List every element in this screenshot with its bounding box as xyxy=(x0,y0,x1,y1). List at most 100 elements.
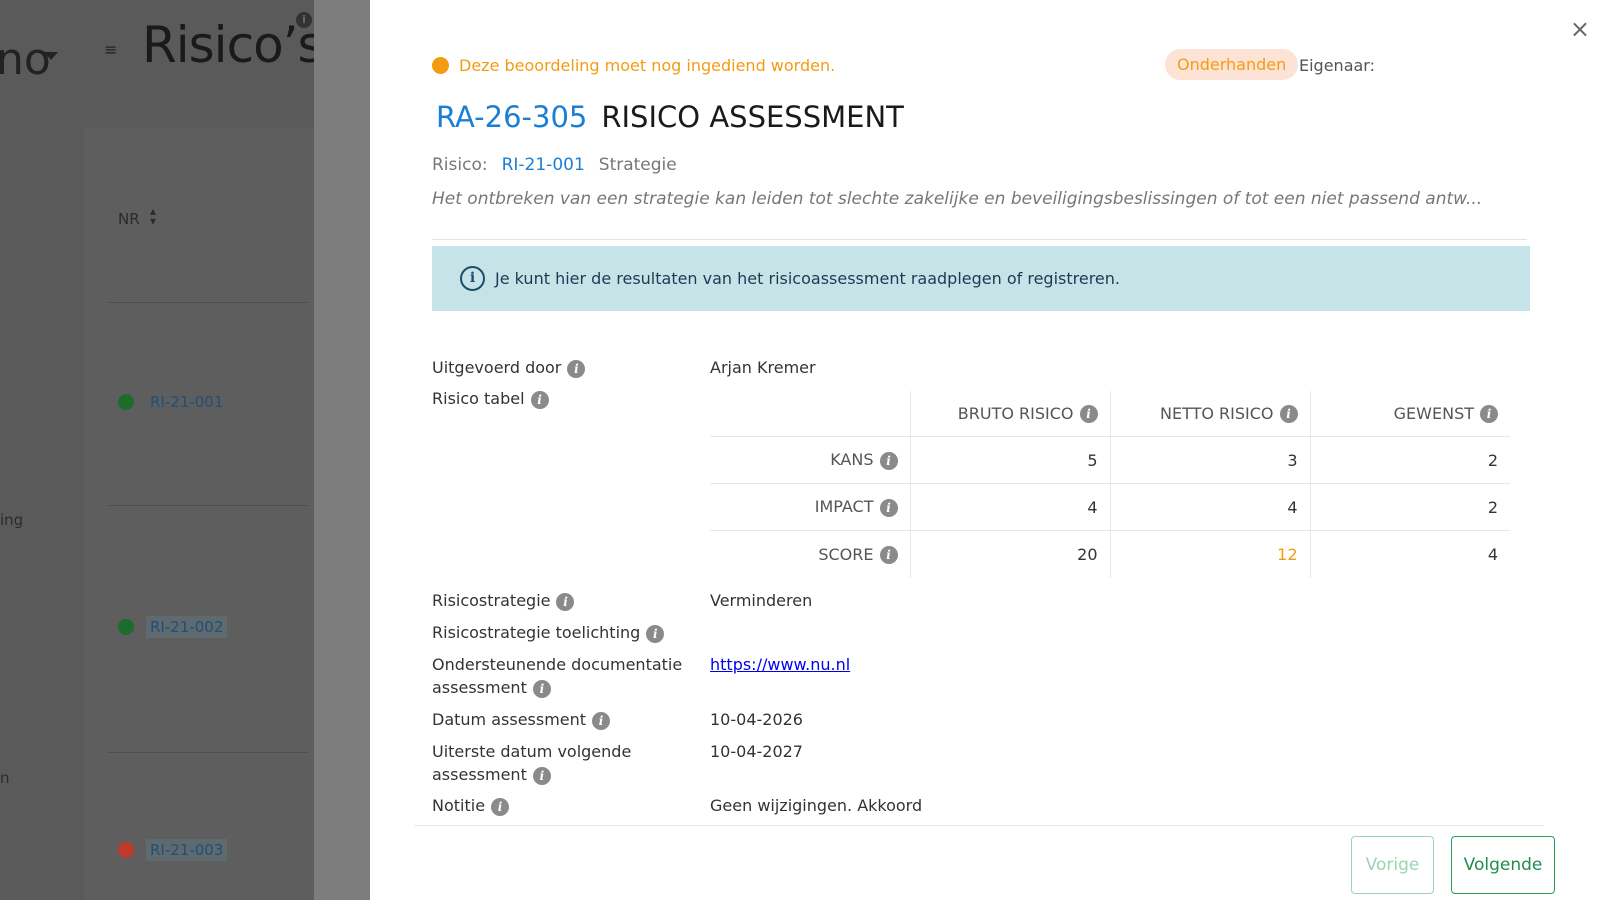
documentation-link[interactable]: https://www.nu.nl xyxy=(710,653,850,676)
table-cell: 4 xyxy=(1309,530,1510,578)
note-value: Geen wijzigingen. Akkoord xyxy=(710,796,923,815)
performed-by-value: Arjan Kremer xyxy=(710,358,816,377)
info-icon[interactable]: i xyxy=(567,359,586,378)
header-text: BRUTO RISICO xyxy=(957,403,1074,423)
side-text: ing xyxy=(0,511,24,529)
info-icon[interactable]: i xyxy=(530,390,549,409)
page-title: Risico’s xyxy=(142,16,324,74)
info-banner-text: Je kunt hier de resultaten van het risic… xyxy=(495,269,1120,288)
info-icon[interactable]: i xyxy=(592,711,611,730)
status-dot-icon xyxy=(118,841,134,858)
panel-backdrop xyxy=(314,0,370,900)
side-text: n xyxy=(0,769,10,787)
page-title: RA-26-305 RISICO ASSESSMENT xyxy=(436,100,904,134)
table-cell: 4 xyxy=(1109,483,1310,531)
field-label-text: Uiterste datum volgende xyxy=(432,742,632,761)
table-cell: 2 xyxy=(1309,483,1510,531)
header-text: GEWENST xyxy=(1393,403,1474,423)
divider xyxy=(108,302,308,303)
risk-id-link[interactable]: RI-21-001 xyxy=(502,155,585,175)
strategy-value: Verminderen xyxy=(710,591,813,610)
assessment-title: RISICO ASSESSMENT xyxy=(601,100,904,134)
row-label-text: IMPACT xyxy=(814,497,874,517)
table-header-desired: GEWENST i xyxy=(1309,390,1510,437)
info-circle-icon: i xyxy=(460,266,485,291)
risk-link[interactable]: RI-21-002 xyxy=(146,615,228,638)
table-header-gross: BRUTO RISICO i xyxy=(909,390,1110,437)
info-icon[interactable]: i xyxy=(556,592,575,611)
next-date-value: 10-04-2027 xyxy=(710,742,803,761)
assessment-modal: × Deze beoordeling moet nog ingediend wo… xyxy=(370,0,1600,900)
info-icon[interactable]: i xyxy=(532,679,551,698)
info-icon[interactable]: i xyxy=(879,498,898,517)
hamburger-menu-icon[interactable]: ≡ xyxy=(104,40,117,59)
row-label: SCORE i xyxy=(710,530,910,578)
row-label: KANS i xyxy=(710,436,910,484)
risk-table-label: Risico tabel i xyxy=(432,387,549,410)
info-icon[interactable]: i xyxy=(1279,405,1298,424)
sort-icon[interactable]: ▴ ▾ xyxy=(150,205,156,227)
table-row[interactable]: RI-21-002 xyxy=(118,615,228,638)
risk-description: Het ontbreken van een strategie kan leid… xyxy=(432,189,1483,209)
owner-label: Eigenaar: xyxy=(1299,56,1375,75)
previous-button[interactable]: Vorige xyxy=(1351,836,1434,894)
table-row[interactable]: RI-21-001 xyxy=(118,392,227,411)
status-text: Deze beoordeling moet nog ingediend word… xyxy=(459,56,836,75)
table-row[interactable]: RI-21-003 xyxy=(118,838,228,861)
field-label-text: Uitgevoerd door xyxy=(432,358,562,377)
info-icon[interactable]: i xyxy=(646,624,665,643)
field-label-text: assessment xyxy=(432,765,527,784)
info-icon[interactable]: i xyxy=(1480,405,1498,424)
risk-label: Risico: xyxy=(432,155,488,175)
close-icon[interactable]: × xyxy=(1570,17,1590,41)
status-message: Deze beoordeling moet nog ingediend word… xyxy=(432,56,835,75)
table-cell: 12 xyxy=(1109,530,1310,578)
row-label-text: KANS xyxy=(830,450,874,470)
column-header-nr[interactable]: NR xyxy=(118,210,140,228)
table-cell: 4 xyxy=(909,483,1110,531)
table-row: SCORE i 20 12 4 xyxy=(710,530,1510,578)
field-label-text: Risicostrategie toelichting xyxy=(432,623,641,642)
warning-dot-icon xyxy=(432,57,449,74)
field-label-text: Risico tabel xyxy=(432,389,525,408)
info-icon[interactable]: i xyxy=(532,766,551,785)
risk-link[interactable]: RI-21-001 xyxy=(146,391,227,413)
field-label-text: assessment xyxy=(432,678,527,697)
table-row: IMPACT i 4 4 2 xyxy=(710,483,1510,531)
next-date-label: Uiterste datum volgende assessment i xyxy=(432,740,631,786)
date-value: 10-04-2026 xyxy=(710,710,803,729)
header-text: NETTO RISICO xyxy=(1160,403,1274,423)
assessment-id: RA-26-305 xyxy=(436,100,588,134)
risk-link[interactable]: RI-21-003 xyxy=(146,838,228,861)
risk-reference: Risico: RI-21-001 Strategie xyxy=(432,155,691,175)
table-cell: 5 xyxy=(909,436,1110,484)
status-dot-icon xyxy=(118,393,134,410)
note-label: Notitie i xyxy=(432,794,510,817)
field-label-text: Notitie xyxy=(432,796,486,815)
strategy-label: Risicostrategie i xyxy=(432,589,575,612)
divider xyxy=(432,239,1527,240)
info-icon[interactable]: i xyxy=(491,797,510,816)
info-icon[interactable]: i xyxy=(879,546,898,564)
field-label-text: Datum assessment xyxy=(432,710,587,729)
table-cell: 2 xyxy=(1309,436,1510,484)
strategy-explanation-label: Risicostrategie toelichting i xyxy=(432,621,665,644)
info-icon[interactable]: i xyxy=(296,12,312,28)
field-label-text: Risicostrategie xyxy=(432,591,551,610)
documentation-label: Ondersteunende documentatie assessment i xyxy=(432,653,682,699)
status-badge: Onderhanden xyxy=(1165,49,1299,80)
divider xyxy=(108,752,308,753)
info-icon[interactable]: i xyxy=(1079,405,1098,424)
table-header-net: NETTO RISICO i xyxy=(1109,390,1310,437)
info-icon[interactable]: i xyxy=(879,451,898,470)
risk-table: BRUTO RISICO i NETTO RISICO i GEWENST i KAN… xyxy=(710,390,1510,578)
status-dot-icon xyxy=(118,618,134,635)
row-label-text: SCORE xyxy=(818,544,874,564)
performed-by-label: Uitgevoerd door i xyxy=(432,356,586,379)
table-row: KANS i 5 3 2 xyxy=(710,436,1510,484)
next-button[interactable]: Volgende xyxy=(1451,836,1555,894)
table-cell: 20 xyxy=(909,530,1110,578)
table-header-empty xyxy=(710,391,910,437)
chevron-down-icon[interactable] xyxy=(44,52,58,60)
divider xyxy=(108,505,308,506)
